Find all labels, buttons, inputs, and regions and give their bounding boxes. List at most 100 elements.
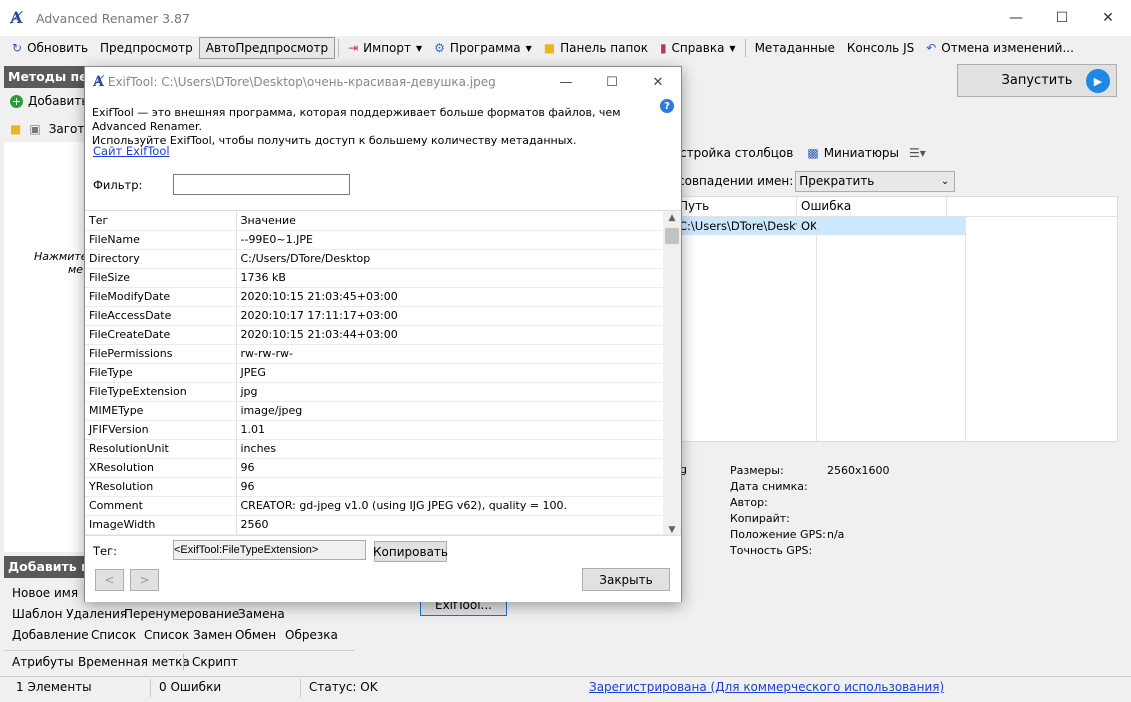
refresh-button[interactable]: ↻ Обновить [6,37,94,59]
list-toolbar: стройка столбцов ▩ Миниатюры ☰▾ [660,140,1118,166]
minimize-button[interactable]: — [993,0,1039,36]
dialog-maximize-button[interactable]: ☐ [589,67,635,97]
value-column-header[interactable]: Значение [236,211,663,231]
tag-value-field[interactable] [173,540,366,560]
file-row[interactable]: C:\Users\DTore\Desktop\ OK [661,217,965,235]
run-button[interactable]: Запустить ▶ [957,64,1117,97]
preview-button[interactable]: Предпросмотр [94,37,199,59]
method-attributes[interactable]: Атрибуты [12,655,74,669]
tag-value-cell: image/jpeg [236,401,663,421]
filter-input[interactable] [173,174,350,195]
tag-value-cell: 2020:10:15 21:03:45+03:00 [236,287,663,307]
maximize-button[interactable]: ☐ [1039,0,1085,36]
name-conflict-select[interactable]: Прекратить ⌄ [795,170,956,192]
app-logo-icon: Ⱥ [10,8,23,27]
add-method-button[interactable]: + Добавить [10,94,88,108]
tag-row[interactable]: XResolution 96 [85,458,663,478]
tag-row[interactable]: YResolution 96 [85,477,663,497]
method-remove-pattern[interactable]: Шаблон Удаления [12,607,127,621]
metadata-button[interactable]: Метаданные [749,37,841,59]
close-dialog-button[interactable]: Закрыть [582,568,670,591]
dialog-description: ExifTool — это внешняя программа, котора… [92,106,621,147]
scroll-down-icon[interactable]: ▼ [663,525,681,535]
view-list-icon[interactable]: ☰▾ [909,146,926,160]
method-list[interactable]: Список [91,628,136,642]
method-swap[interactable]: Обмен [235,628,276,642]
tag-row[interactable]: FilePermissions rw-rw-rw- [85,344,663,364]
status-errors: 0 Ошибки [159,680,222,694]
info-value-author [827,495,890,511]
tag-row[interactable]: Directory C:/Users/DTore/Desktop [85,249,663,269]
next-button[interactable]: > [130,569,159,591]
methods-panel-header: Методы пе [4,66,84,88]
registration-link[interactable]: Зарегистрирована (Для коммерческого испо… [589,680,944,694]
tag-value-cell: 2020:10:17 17:11:17+03:00 [236,306,663,326]
method-add[interactable]: Добавление [12,628,89,642]
tag-value-cell: CREATOR: gd-jpeg v1.0 (using IJG JPEG v6… [236,496,663,516]
scroll-up-icon[interactable]: ▲ [663,213,681,223]
info-values: 2560x1600 n/a [827,463,890,559]
tag-row[interactable]: FileCreateDate 2020:10:15 21:03:44+03:00 [85,325,663,345]
open-folder-icon[interactable]: ■ [10,122,21,136]
tag-table-scrollbar[interactable]: ▲ ▼ [663,211,681,535]
js-console-button[interactable]: Консоль JS [841,37,920,59]
templates-button[interactable]: Загот [49,122,85,136]
name-conflict-label: совпадении имен: [678,174,794,188]
tag-value-cell: 2020:10:15 21:03:44+03:00 [236,325,663,345]
close-button[interactable]: ✕ [1085,0,1131,36]
thumbnails-button[interactable]: Миниатюры [824,146,899,160]
info-label-gps-accuracy: Точность GPS: [730,544,813,557]
column-error-header[interactable]: Ошибка [797,197,947,216]
copy-button[interactable]: Копировать [373,541,448,562]
info-labels: Размеры: Дата снимка: Автор: Копирайт: П… [730,463,826,559]
toolbar-separator [744,39,746,57]
toolbar-separator [338,39,340,57]
app-logo-icon: Ⱥ [93,74,104,90]
method-timestamp[interactable]: Временная метка [78,655,190,669]
tag-row[interactable]: FileModifyDate 2020:10:15 21:03:45+03:00 [85,287,663,307]
method-script[interactable]: Скрипт [192,655,238,669]
info-value-gps-position: n/a [827,528,845,541]
method-replace[interactable]: Замена [238,607,285,621]
tag-row[interactable]: JFIFVersion 1.01 [85,420,663,440]
dialog-minimize-button[interactable]: — [543,67,589,97]
tag-column-header[interactable]: Тег [85,211,237,231]
tag-name-cell: FilePermissions [85,344,237,364]
tag-row[interactable]: ImageWidth 2560 [85,515,663,535]
tag-row[interactable]: FileTypeExtension jpg [85,382,663,402]
autopreview-toggle[interactable]: АвтоПредпросмотр [198,37,336,59]
import-menu[interactable]: ⇥ Импорт ▼ [342,37,428,59]
program-menu[interactable]: ⚙ Программа ▼ [428,37,538,59]
help-menu[interactable]: ▮ Справка ▼ [654,37,742,59]
status-items: 1 Элементы [16,680,92,694]
column-setup-button[interactable]: стройка столбцов [680,146,793,160]
dialog-body: ExifTool — это внешняя программа, котора… [85,97,681,602]
scrollbar-thumb[interactable] [665,228,679,244]
folder-icon: ■ [543,41,556,55]
tag-row[interactable]: FileType JPEG [85,363,663,383]
tag-name-cell: XResolution [85,458,237,478]
method-renumber[interactable]: Перенумерование [124,607,239,621]
tag-row[interactable]: MIMEType image/jpeg [85,401,663,421]
method-new-name[interactable]: Новое имя [12,586,78,600]
tag-row[interactable]: FileAccessDate 2020:10:17 17:11:17+03:00 [85,306,663,326]
undo-button[interactable]: ↶ Отмена изменений... [920,37,1080,59]
name-conflict-row: совпадении имен: Прекратить ⌄ [660,170,1118,192]
method-list-replace[interactable]: Список Замен [144,628,232,642]
tag-row[interactable]: ResolutionUnit inches [85,439,663,459]
info-value-size: 2560x1600 [827,464,890,477]
save-icon[interactable]: ▣ [29,122,40,136]
exiftool-site-link[interactable]: Сайт ExifTool [93,144,170,158]
method-trim[interactable]: Обрезка [285,628,338,642]
gears-icon: ⚙ [434,41,445,55]
tag-row[interactable]: FileSize 1736 kB [85,268,663,288]
tag-row[interactable]: FileName --99E0~1.JPE [85,230,663,250]
previous-button[interactable]: < [95,569,124,591]
exiftool-dialog: Ⱥ ExifTool: C:\Users\DTore\Desktop\очень… [84,66,682,602]
tag-row[interactable]: Comment CREATOR: gd-jpeg v1.0 (using IJG … [85,496,663,516]
dialog-close-button[interactable]: ✕ [635,67,681,97]
status-bar: 1 Элементы 0 Ошибки Статус: OK Зарегистр… [0,676,1131,702]
help-icon[interactable]: ? [660,99,674,113]
tag-name-cell: FileSize [85,268,237,288]
folder-panel-button[interactable]: ■ Панель папок [538,37,654,59]
